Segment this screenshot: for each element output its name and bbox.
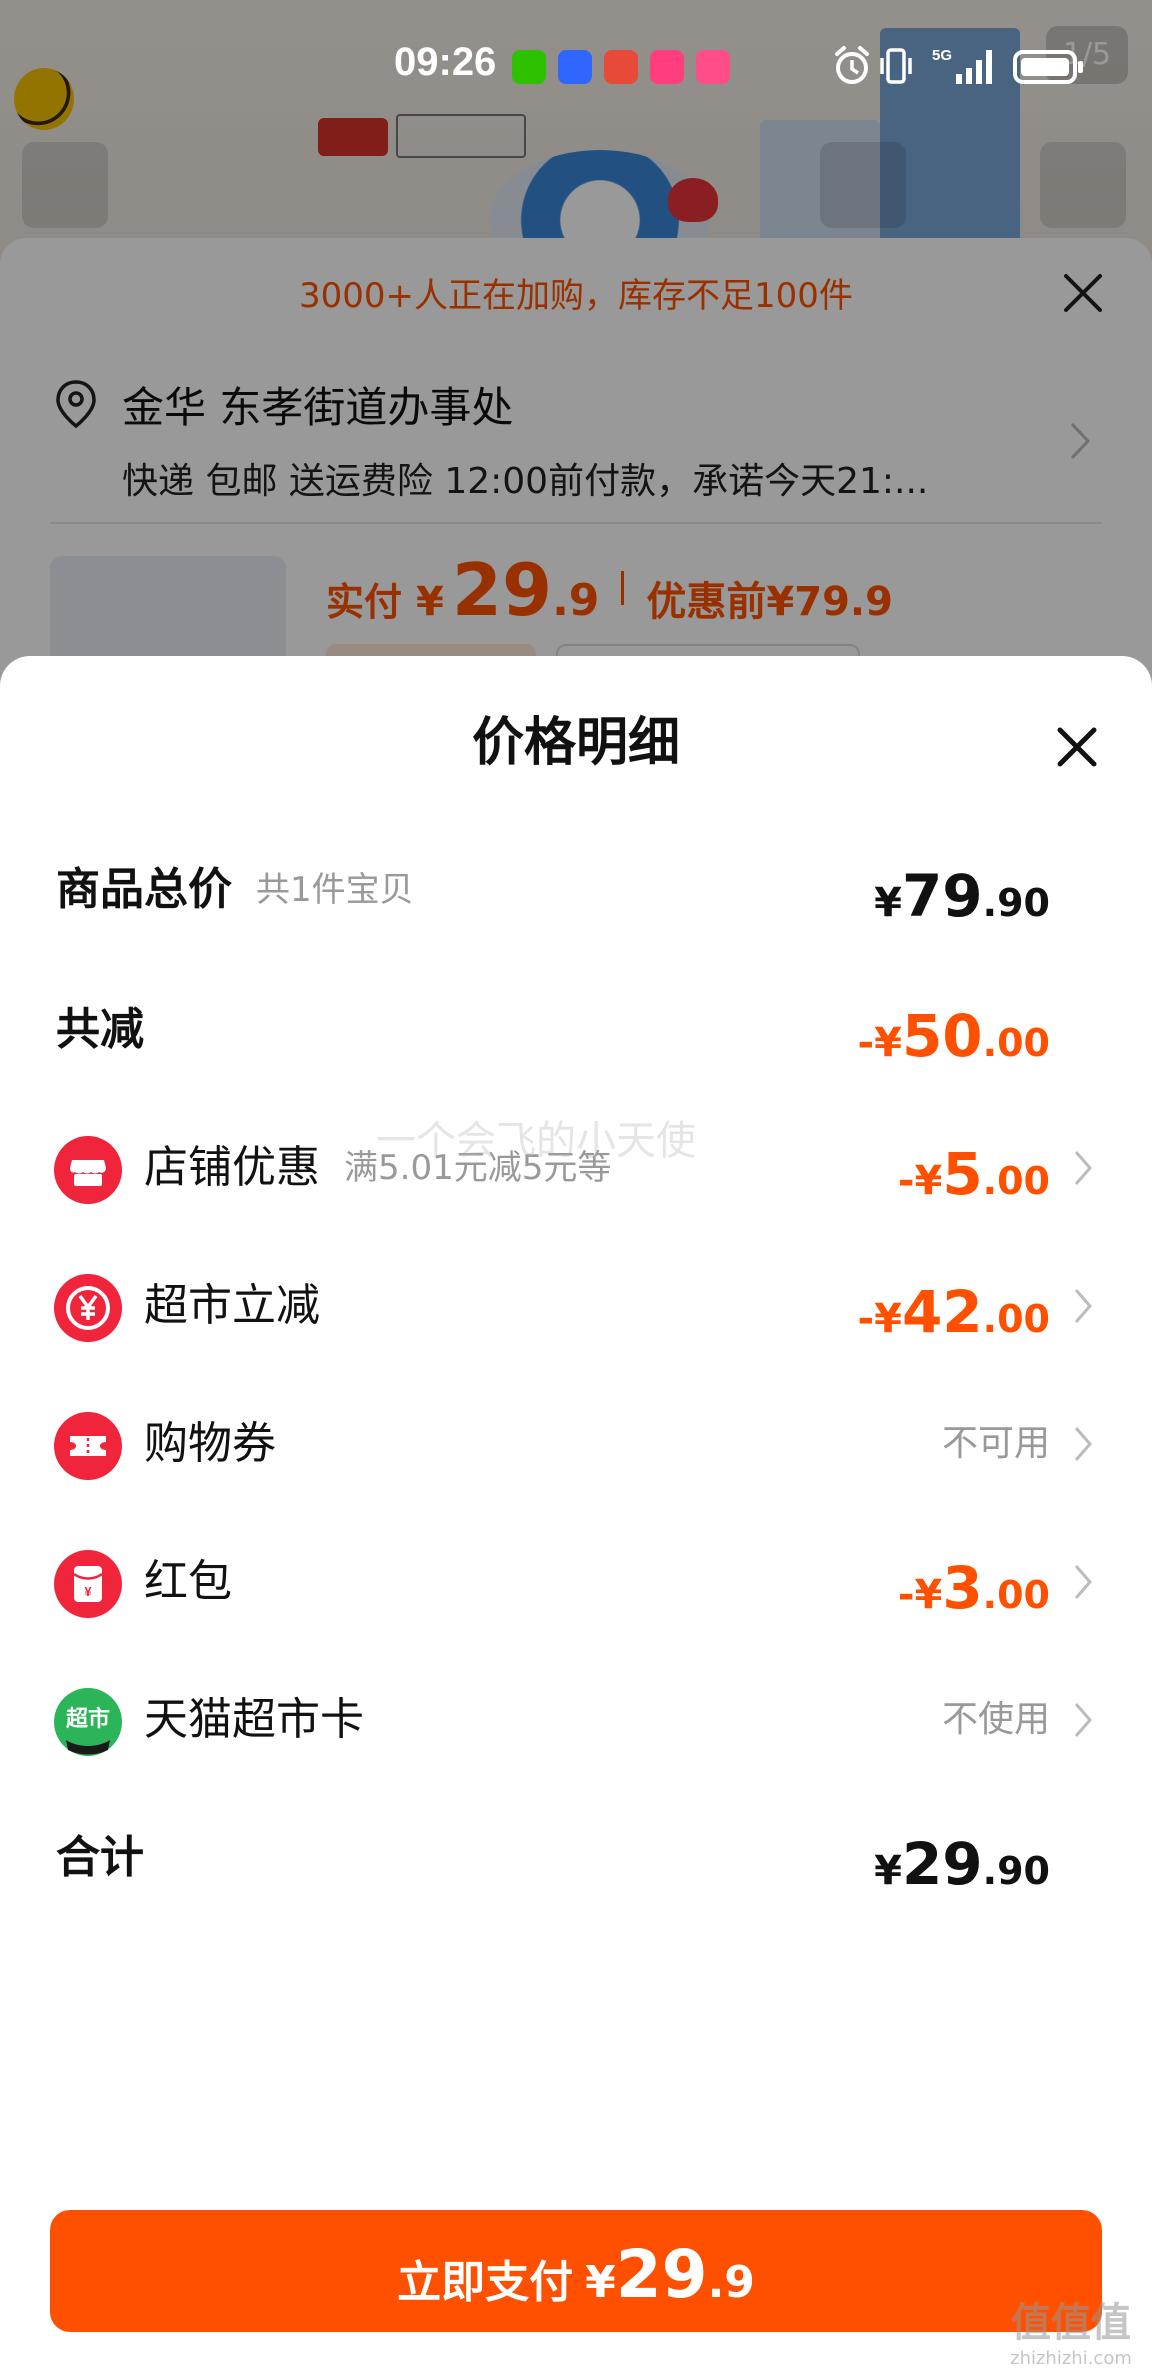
row-red-packet[interactable]: ¥ 红包 -¥ 3 .00 bbox=[0, 1532, 1152, 1632]
row-total-goods: 商品总价 共1件宝贝 ¥ 79 .90 bbox=[0, 840, 1152, 940]
row-tmall-card[interactable]: 超市 天猫超市卡 不使用 bbox=[0, 1670, 1152, 1770]
watermark-site: zhizhizhi.com bbox=[1010, 2348, 1132, 2369]
amount-decimal: .00 bbox=[982, 1159, 1050, 1203]
row-label: 商品总价 bbox=[56, 864, 232, 915]
row-label: 天猫超市卡 bbox=[144, 1694, 364, 1745]
battery-icon bbox=[1013, 50, 1083, 84]
cellular-signal-icon: 5G bbox=[932, 47, 992, 84]
chevron-right-icon[interactable] bbox=[1072, 1699, 1094, 1741]
pay-amount-decimal: .9 bbox=[707, 2257, 755, 2308]
amount-integer: 29 bbox=[901, 1830, 983, 1898]
svg-text:¥: ¥ bbox=[84, 1584, 92, 1599]
chevron-right-icon[interactable] bbox=[1072, 1285, 1094, 1327]
currency-symbol: ¥ bbox=[585, 2257, 616, 2308]
pay-amount-integer: 29 bbox=[615, 2236, 708, 2313]
row-shopping-coupon[interactable]: 购物券 不可用 bbox=[0, 1394, 1152, 1494]
currency-symbol: ¥ bbox=[874, 1848, 902, 1894]
vibrate-icon bbox=[880, 48, 912, 84]
app-notification-icon bbox=[650, 50, 684, 84]
row-supermarket-reduction[interactable]: 超市立减 -¥ 42 .00 bbox=[0, 1256, 1152, 1356]
site-watermark-logo: 值值值 zhizhizhi.com bbox=[996, 2290, 1146, 2369]
app-notification-icon bbox=[558, 50, 592, 84]
supermarket-card-icon: 超市 bbox=[54, 1688, 122, 1756]
chevron-right-icon[interactable] bbox=[1072, 1561, 1094, 1603]
row-label: 红包 bbox=[144, 1556, 232, 1607]
amount-decimal: .00 bbox=[982, 1297, 1050, 1341]
alarm-icon bbox=[835, 46, 869, 84]
card-icon-text: 超市 bbox=[66, 1706, 110, 1732]
amount-integer: 5 bbox=[942, 1140, 983, 1208]
amount: -¥ 3 .00 bbox=[898, 1532, 1050, 1632]
row-label: 超市立减 bbox=[144, 1280, 320, 1331]
amount: ¥ 29 .90 bbox=[874, 1808, 1050, 1908]
row-total-reduction: 共减 -¥ 50 .00 bbox=[0, 980, 1152, 1080]
currency-symbol: -¥ bbox=[857, 1020, 902, 1066]
coupon-status: 不可用 bbox=[941, 1423, 1050, 1464]
currency-symbol: -¥ bbox=[857, 1296, 902, 1342]
app-notification-icon bbox=[696, 50, 730, 84]
amount-integer: 42 bbox=[901, 1278, 983, 1346]
amount: -¥ 5 .00 bbox=[898, 1118, 1050, 1218]
item-count: 共1件宝贝 bbox=[256, 870, 414, 910]
currency-symbol: ¥ bbox=[874, 880, 902, 926]
app-notification-icon bbox=[604, 50, 638, 84]
chevron-right-icon[interactable] bbox=[1072, 1147, 1094, 1189]
amount-decimal: .00 bbox=[982, 1021, 1050, 1065]
currency-symbol: -¥ bbox=[897, 1158, 943, 1204]
amount: -¥ 42 .00 bbox=[858, 1256, 1050, 1356]
sheet-title: 价格明细 bbox=[471, 713, 680, 773]
amount-decimal: .00 bbox=[982, 1573, 1050, 1617]
row-label: 合计 bbox=[56, 1832, 144, 1883]
row-label: 共减 bbox=[56, 1004, 144, 1055]
store-icon bbox=[54, 1136, 122, 1204]
status-bar: 09:26 5G bbox=[0, 0, 1152, 136]
yen-coin-icon bbox=[54, 1274, 122, 1342]
red-packet-icon: ¥ bbox=[54, 1550, 122, 1618]
card-status: 不使用 bbox=[941, 1699, 1050, 1740]
amount: ¥ 79 .90 bbox=[874, 840, 1050, 940]
watermark-logo-text: 值值值 bbox=[1011, 2300, 1131, 2346]
network-type: 5G bbox=[932, 47, 952, 64]
row-label: 店铺优惠 bbox=[144, 1142, 320, 1193]
amount-decimal: .90 bbox=[982, 881, 1050, 925]
ticket-icon bbox=[54, 1412, 122, 1480]
amount: -¥ 50 .00 bbox=[858, 980, 1050, 1080]
pay-button-label: 立即支付 bbox=[397, 2257, 574, 2308]
row-grand-total: 合计 ¥ 29 .90 bbox=[0, 1808, 1152, 1908]
amount-integer: 79 bbox=[901, 862, 983, 930]
currency-symbol: -¥ bbox=[897, 1572, 943, 1618]
chevron-right-icon[interactable] bbox=[1072, 1423, 1094, 1465]
amount-decimal: .90 bbox=[982, 1849, 1050, 1893]
amount-integer: 50 bbox=[901, 1002, 983, 1070]
wechat-notification-icon bbox=[512, 50, 546, 84]
close-icon[interactable] bbox=[1052, 722, 1102, 772]
amount-integer: 3 bbox=[942, 1554, 983, 1622]
watermark-text: 一个会飞的小天使 bbox=[376, 1118, 696, 1164]
row-label: 购物券 bbox=[144, 1418, 276, 1469]
status-time: 09:26 bbox=[394, 40, 497, 84]
pay-now-button[interactable]: 立即支付 ¥ 29 .9 bbox=[50, 2210, 1102, 2332]
